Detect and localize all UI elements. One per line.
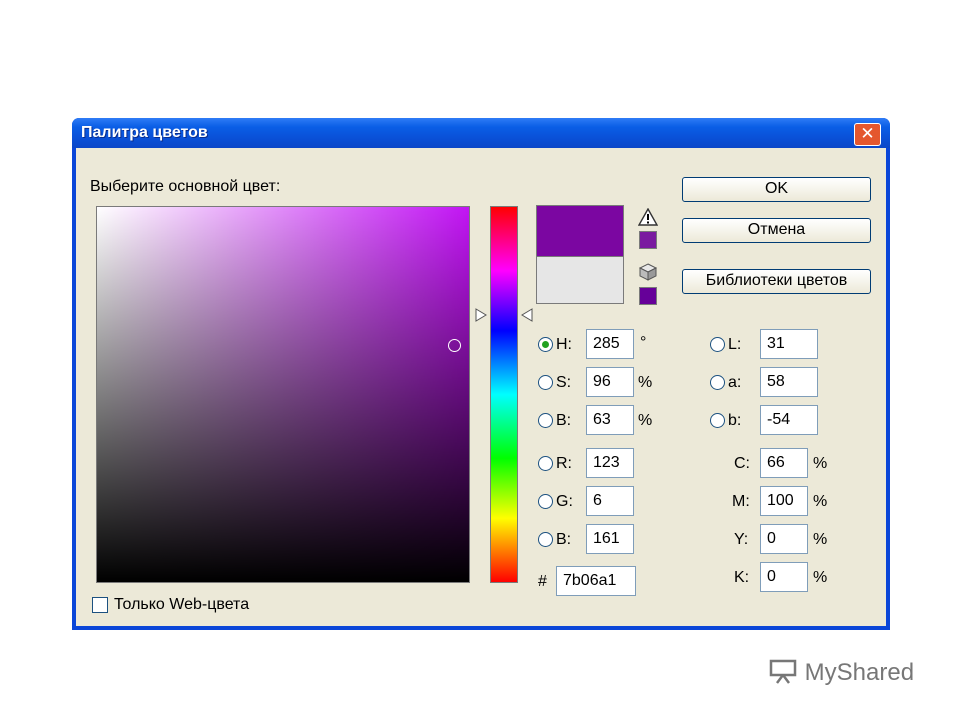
saturation-label: S: — [556, 374, 572, 391]
saturation-unit: % — [638, 374, 653, 391]
hex-label: # — [538, 573, 547, 590]
radio-red[interactable] — [538, 456, 553, 471]
blue-label: B: — [556, 531, 572, 548]
color-picker-dialog: Палитра цветов ✕ Выберите основной цвет: — [72, 118, 890, 630]
cyan-label: C: — [734, 455, 750, 472]
magenta-unit: % — [813, 493, 828, 510]
current-color-swatch[interactable] — [536, 256, 624, 304]
new-color-swatch — [536, 205, 624, 257]
warning-triangle-icon[interactable] — [638, 208, 658, 226]
black-unit: % — [813, 569, 828, 586]
lab-b-field[interactable]: -54 — [760, 405, 818, 435]
radio-brightness[interactable] — [538, 413, 553, 428]
blue-field[interactable]: 161 — [586, 524, 634, 554]
color-field[interactable] — [96, 206, 470, 583]
close-button[interactable]: ✕ — [854, 123, 881, 146]
watermark-text: MyShared — [804, 659, 915, 686]
radio-hue[interactable] — [538, 337, 553, 352]
yellow-field[interactable]: 0 — [760, 524, 808, 554]
yellow-unit: % — [813, 531, 828, 548]
yellow-label: Y: — [734, 531, 749, 548]
radio-lightness[interactable] — [710, 337, 725, 352]
prompt-label: Выберите основной цвет: — [90, 178, 281, 195]
hue-field[interactable]: 285 — [586, 329, 634, 359]
watermark-logo: MyShared — [768, 658, 914, 687]
radio-saturation[interactable] — [538, 375, 553, 390]
brightness-field[interactable]: 63 — [586, 405, 634, 435]
magenta-label: M: — [732, 493, 750, 510]
hue-label: H: — [556, 336, 572, 353]
black-label: K: — [734, 569, 750, 586]
close-icon: ✕ — [860, 124, 875, 143]
hue-slider-handle[interactable] — [474, 307, 534, 323]
hue-slider[interactable] — [490, 206, 518, 583]
web-colors-label: Только Web-цвета — [114, 596, 250, 613]
lab-l-field[interactable]: 31 — [760, 329, 818, 359]
red-label: R: — [556, 455, 572, 472]
web-colors-checkbox[interactable] — [92, 597, 108, 613]
radio-green[interactable] — [538, 494, 553, 509]
radio-lab-a[interactable] — [710, 375, 725, 390]
brightness-label: B: — [556, 412, 572, 429]
green-field[interactable]: 6 — [586, 486, 634, 516]
hex-field[interactable]: 7b06a1 — [556, 566, 636, 596]
cyan-unit: % — [813, 455, 828, 472]
brightness-unit: % — [638, 412, 653, 429]
title-bar[interactable]: Палитра цветов ✕ — [72, 118, 890, 148]
lab-a-label: a: — [728, 374, 742, 391]
cube-icon[interactable] — [638, 262, 658, 282]
lab-l-label: L: — [728, 336, 742, 353]
magenta-field[interactable]: 100 — [760, 486, 808, 516]
window-title: Палитра цветов — [81, 124, 208, 141]
saturation-field[interactable]: 96 — [586, 367, 634, 397]
color-libraries-button[interactable]: Библиотеки цветов — [682, 269, 871, 294]
ok-button[interactable]: OK — [682, 177, 871, 202]
lab-a-field[interactable]: 58 — [760, 367, 818, 397]
gamut-warning-swatch[interactable] — [639, 231, 657, 249]
radio-lab-b[interactable] — [710, 413, 725, 428]
red-field[interactable]: 123 — [586, 448, 634, 478]
cyan-field[interactable]: 66 — [760, 448, 808, 478]
hue-unit: ° — [640, 334, 647, 351]
dialog-body: Выберите основной цвет: OK Отмена Библио… — [76, 148, 886, 626]
websafe-warning-swatch[interactable] — [639, 287, 657, 305]
black-field[interactable]: 0 — [760, 562, 808, 592]
color-field-marker[interactable] — [448, 339, 461, 352]
lab-b-label: b: — [728, 412, 742, 429]
cancel-button[interactable]: Отмена — [682, 218, 871, 243]
green-label: G: — [556, 493, 573, 510]
presentation-board-icon — [769, 659, 797, 684]
radio-blue[interactable] — [538, 532, 553, 547]
